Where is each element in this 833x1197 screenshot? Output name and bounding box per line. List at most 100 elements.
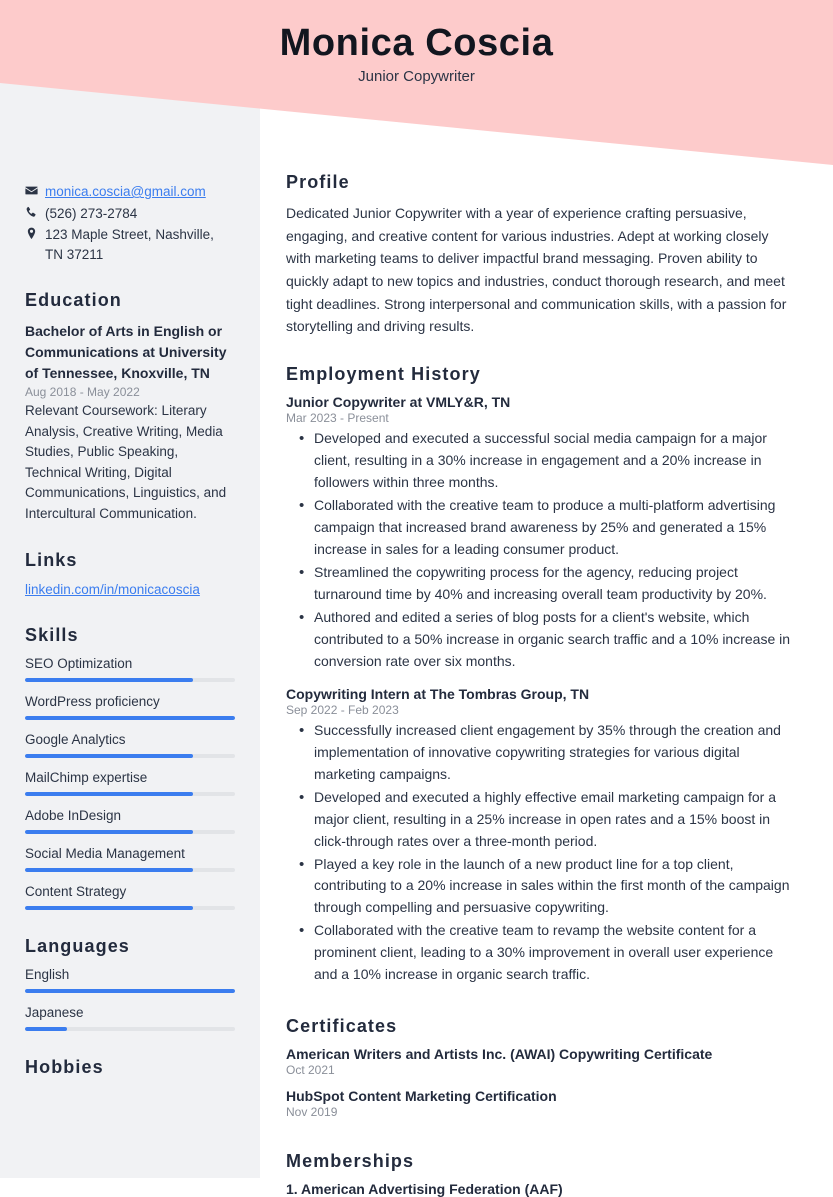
language-bar-track xyxy=(25,989,235,994)
language-item: English xyxy=(25,967,235,994)
language-item: Japanese xyxy=(25,1005,235,1032)
job-bullet: Developed and executed a successful soci… xyxy=(286,427,797,494)
contact-phone-row: (526) 273-2784 xyxy=(25,204,235,224)
jobs-list: Junior Copywriter at VMLY&R, TN Mar 2023 … xyxy=(286,394,797,986)
job-entry: Copywriting Intern at The Tombras Group,… xyxy=(286,686,797,987)
education-title: Bachelor of Arts in English or Communica… xyxy=(25,323,227,382)
skill-bar-fill xyxy=(25,906,193,911)
job-bullet: Played a key role in the launch of a new… xyxy=(286,853,797,920)
contact-email-row: monica.coscia@gmail.com xyxy=(25,182,235,202)
envelope-icon xyxy=(25,182,45,197)
memberships-block: Memberships 1. American Advertising Fede… xyxy=(286,1151,797,1197)
main-column: Profile Dedicated Junior Copywriter with… xyxy=(260,0,833,1197)
hobbies-heading: Hobbies xyxy=(25,1057,104,1078)
memberships-list: 1. American Advertising Federation (AAF) xyxy=(286,1181,797,1197)
certificate-name: American Writers and Artists Inc. (AWAI)… xyxy=(286,1046,713,1063)
job-bullet: Successfully increased client engagement… xyxy=(286,719,797,786)
links-heading: Links xyxy=(25,550,78,571)
map-pin-icon xyxy=(25,225,45,240)
skill-label: MailChimp expertise xyxy=(25,770,148,786)
contact-address-value: 123 Maple Street, Nashville, TN 37211 xyxy=(45,227,214,262)
languages-block: Languages English Japanese xyxy=(25,936,235,1032)
employment-block: Employment History Junior Copywriter at … xyxy=(286,364,797,986)
sidebar: monica.coscia@gmail.com (526) 273-2784 1… xyxy=(0,0,260,1178)
job-subtitle: Junior Copywriter xyxy=(358,67,475,85)
certificate-entry: HubSpot Content Marketing Certification N… xyxy=(286,1088,797,1119)
job-bullet: Collaborated with the creative team to p… xyxy=(286,494,797,561)
certificate-date: Oct 2021 xyxy=(286,1063,335,1078)
job-bullet: Streamlined the copywriting process for … xyxy=(286,561,797,606)
language-bar-track xyxy=(25,1027,235,1032)
job-bullets: Successfully increased client engagement… xyxy=(286,719,797,987)
skill-item: Social Media Management xyxy=(25,846,235,873)
job-entry: Junior Copywriter at VMLY&R, TN Mar 2023 … xyxy=(286,394,797,673)
job-title: Copywriting Intern at The Tombras Group,… xyxy=(286,685,590,702)
skill-bar-track xyxy=(25,716,235,721)
language-label: Japanese xyxy=(25,1005,84,1021)
certificate-date: Nov 2019 xyxy=(286,1105,338,1120)
job-bullet: Collaborated with the creative team to r… xyxy=(286,919,797,986)
skills-list: SEO Optimization WordPress proficiency Goo… xyxy=(25,656,235,911)
language-bar-fill xyxy=(25,989,235,994)
languages-list: English Japanese xyxy=(25,967,235,1032)
skill-bar-track xyxy=(25,754,235,759)
phone-icon xyxy=(25,204,45,219)
skill-item: Content Strategy xyxy=(25,884,235,911)
header-text: Monica Coscia Junior Copywriter xyxy=(0,0,833,110)
job-bullet: Authored and edited a series of blog pos… xyxy=(286,606,797,673)
job-bullets: Developed and executed a successful soci… xyxy=(286,427,797,673)
skill-bar-track xyxy=(25,678,235,683)
skill-bar-track xyxy=(25,830,235,835)
contact-address-row: 123 Maple Street, Nashville, TN 37211 xyxy=(25,225,235,264)
language-bar-fill xyxy=(25,1027,67,1032)
skill-label: WordPress proficiency xyxy=(25,694,160,710)
page-title: Monica Coscia xyxy=(279,22,554,64)
skill-item: SEO Optimization xyxy=(25,656,235,683)
skill-item: Google Analytics xyxy=(25,732,235,759)
links-block: Links linkedin.com/in/monicacoscia xyxy=(25,550,235,599)
skill-item: Adobe InDesign xyxy=(25,808,235,835)
skill-bar-fill xyxy=(25,754,193,759)
hobbies-block: Hobbies xyxy=(25,1057,235,1078)
skill-bar-track xyxy=(25,906,235,911)
contact-block: monica.coscia@gmail.com (526) 273-2784 1… xyxy=(25,182,235,264)
link-linkedin[interactable]: linkedin.com/in/monicacoscia xyxy=(25,582,200,597)
education-block: Education Bachelor of Arts in English or… xyxy=(25,290,235,524)
certificates-list: American Writers and Artists Inc. (AWAI)… xyxy=(286,1046,797,1119)
profile-block: Profile Dedicated Junior Copywriter with… xyxy=(286,172,797,338)
job-date: Sep 2022 - Feb 2023 xyxy=(286,702,399,717)
language-label: English xyxy=(25,967,70,983)
skill-label: Adobe InDesign xyxy=(25,808,122,824)
membership-item: 1. American Advertising Federation (AAF) xyxy=(286,1181,563,1197)
certificates-block: Certificates American Writers and Artist… xyxy=(286,1016,797,1119)
skill-bar-fill xyxy=(25,868,193,873)
skills-block: Skills SEO Optimization WordPress profici… xyxy=(25,625,235,911)
languages-heading: Languages xyxy=(25,936,130,957)
skill-bar-fill xyxy=(25,792,193,797)
contact-email-value[interactable]: monica.coscia@gmail.com xyxy=(45,182,206,202)
employment-heading: Employment History xyxy=(286,364,481,385)
education-heading: Education xyxy=(25,290,122,311)
skill-item: MailChimp expertise xyxy=(25,770,235,797)
skill-bar-fill xyxy=(25,716,235,721)
education-entry: Bachelor of Arts in English or Communica… xyxy=(25,321,235,524)
certificate-entry: American Writers and Artists Inc. (AWAI)… xyxy=(286,1046,797,1077)
contact-phone-value: (526) 273-2784 xyxy=(45,205,138,221)
job-date: Mar 2023 - Present xyxy=(286,411,389,426)
profile-heading: Profile xyxy=(286,172,350,192)
resume-page: monica.coscia@gmail.com (526) 273-2784 1… xyxy=(0,0,833,1197)
skill-label: SEO Optimization xyxy=(25,656,133,672)
job-bullet: Developed and executed a highly effectiv… xyxy=(286,786,797,853)
skill-bar-fill xyxy=(25,678,193,683)
skill-label: Google Analytics xyxy=(25,732,126,748)
skill-bar-track xyxy=(25,792,235,797)
skills-heading: Skills xyxy=(25,625,79,646)
certificate-name: HubSpot Content Marketing Certification xyxy=(286,1088,557,1105)
job-title: Junior Copywriter at VMLY&R, TN xyxy=(286,394,511,411)
education-description: Relevant Coursework: Literary Analysis, … xyxy=(25,403,227,521)
memberships-heading: Memberships xyxy=(286,1151,415,1172)
skill-label: Social Media Management xyxy=(25,846,185,862)
profile-text: Dedicated Junior Copywriter with a year … xyxy=(286,205,787,335)
skill-item: WordPress proficiency xyxy=(25,694,235,721)
education-date: Aug 2018 - May 2022 xyxy=(25,385,140,400)
